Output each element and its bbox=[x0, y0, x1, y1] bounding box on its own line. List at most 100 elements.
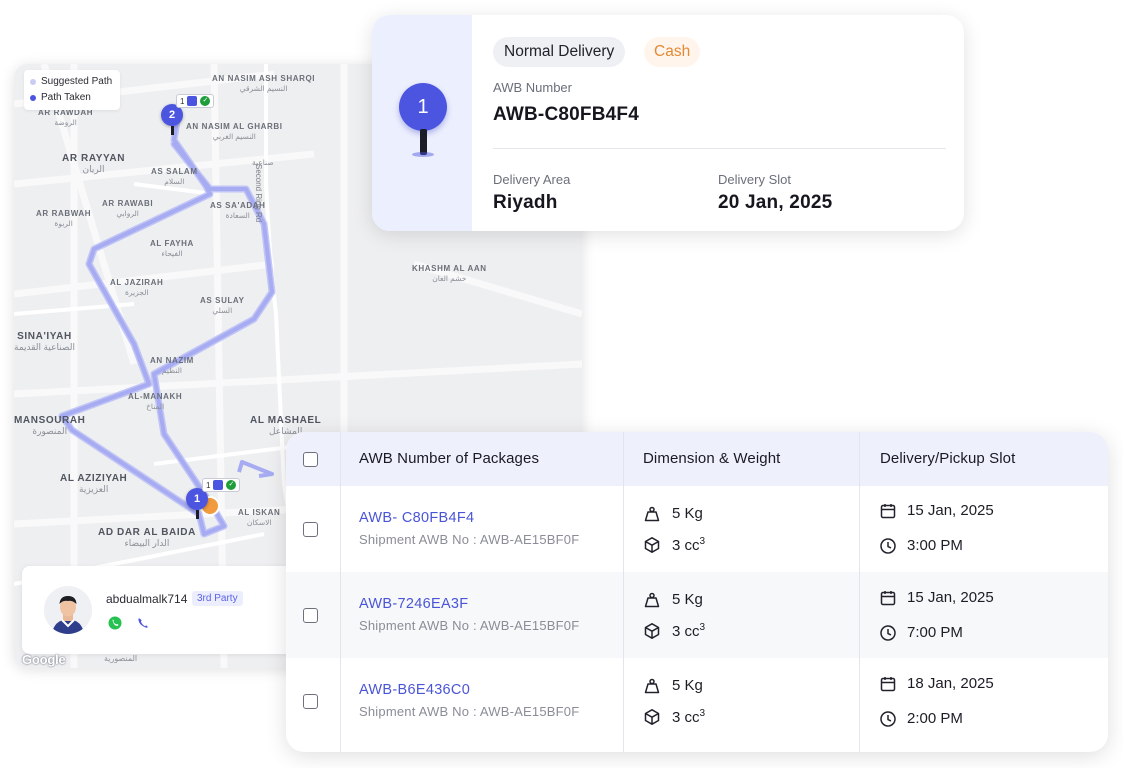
location-pin-icon: 1 bbox=[399, 83, 447, 157]
table-row[interactable] bbox=[286, 486, 1108, 572]
volume-value: 3 cc3 bbox=[672, 536, 706, 554]
path-taken-dot bbox=[30, 95, 36, 101]
column-header-awb[interactable]: AWB Number of Packages bbox=[359, 432, 539, 486]
weight-value: 5 Kg bbox=[672, 505, 703, 522]
delivery-area-label: Delivery Area bbox=[493, 172, 571, 187]
area-label: AN NASIM AL GHARBI النسيم الغربي bbox=[186, 122, 283, 141]
area-label: AR RAYYAN الريان bbox=[62, 153, 126, 175]
slot-time: 2:00 PM bbox=[907, 710, 963, 727]
map-pin-2[interactable]: 2 bbox=[161, 104, 183, 135]
shipment-awb: Shipment AWB No : AWB-AE15BF0F bbox=[359, 618, 580, 633]
suggested-path-dot bbox=[30, 79, 36, 85]
pin-stick bbox=[195, 510, 199, 519]
slot-time: 7:00 PM bbox=[907, 624, 963, 641]
awb-link[interactable]: AWB- C80FB4F4 bbox=[359, 510, 474, 526]
table-row[interactable] bbox=[286, 658, 1108, 744]
awb-link[interactable]: AWB-7246EA3F bbox=[359, 596, 468, 612]
divider bbox=[493, 148, 946, 149]
area-label: AD DAR AL BAIDA الدار البيضاء bbox=[98, 527, 196, 549]
whatsapp-icon[interactable] bbox=[108, 616, 122, 630]
awb-number: AWB-C80FB4F4 bbox=[493, 104, 639, 125]
pin-base bbox=[412, 152, 434, 157]
clock-icon bbox=[880, 538, 896, 554]
package-icon bbox=[187, 96, 198, 106]
avatar bbox=[44, 586, 92, 634]
cube-icon bbox=[644, 623, 660, 639]
area-label: AS SALAM السلام bbox=[151, 167, 198, 186]
calendar-icon bbox=[880, 504, 896, 519]
weight-icon bbox=[644, 506, 660, 522]
payment-method-chip: Cash bbox=[644, 37, 701, 67]
row-checkbox[interactable] bbox=[303, 694, 318, 709]
column-header-slot[interactable]: Delivery/Pickup Slot bbox=[880, 432, 1015, 486]
pin-status-tag[interactable]: 1 ✓ bbox=[202, 478, 241, 492]
area-label: AR RAWABI الروابي bbox=[102, 199, 154, 218]
package-icon bbox=[213, 480, 224, 490]
area-label: AN NAZIM النظيم bbox=[150, 356, 194, 375]
area-label: AL FAYHA الفيحاء bbox=[150, 239, 194, 258]
packages-table: AWB Number of Packages Dimension & Weigh… bbox=[286, 432, 1108, 752]
row-checkbox[interactable] bbox=[303, 522, 318, 537]
awb-link[interactable]: AWB-B6E436C0 bbox=[359, 682, 470, 698]
legend-path-taken: Path Taken bbox=[30, 90, 112, 106]
delivery-slot-label: Delivery Slot bbox=[718, 172, 791, 187]
area-label: AR RABWAH الربوة bbox=[36, 209, 92, 228]
table-row[interactable] bbox=[286, 572, 1108, 658]
cube-icon bbox=[644, 537, 660, 553]
area-label: AS SULAY السلي bbox=[200, 296, 245, 315]
weight-value: 5 Kg bbox=[672, 677, 703, 694]
google-logo: Google bbox=[22, 652, 66, 667]
area-label: AL JAZIRAH الجزيرة bbox=[110, 278, 164, 297]
shipment-awb: Shipment AWB No : AWB-AE15BF0F bbox=[359, 704, 580, 719]
area-label: AL ISKAN الاسكان bbox=[238, 508, 281, 527]
slot-date: 15 Jan, 2025 bbox=[907, 589, 994, 606]
weight-icon bbox=[644, 678, 660, 694]
column-divider bbox=[340, 432, 341, 752]
select-all-checkbox[interactable] bbox=[303, 452, 318, 467]
column-divider bbox=[623, 432, 624, 752]
road-label: Second Ring Rd bbox=[254, 164, 263, 223]
pin-stick bbox=[170, 126, 174, 135]
area-label: AR RAWDAH الروضة bbox=[38, 108, 94, 127]
area-label: KHASHM AL AAN خشم العان bbox=[412, 264, 487, 283]
cube-icon bbox=[644, 709, 660, 725]
area-label: AL AZIZIYAH العزيزية bbox=[60, 473, 128, 495]
map-pin-1[interactable]: 1 bbox=[186, 488, 208, 519]
driver-name: abdualmalk714 bbox=[106, 592, 188, 606]
legend-suggested-path: Suggested Path bbox=[30, 74, 112, 90]
clock-icon bbox=[880, 711, 896, 727]
delivery-type-chip: Normal Delivery bbox=[493, 37, 626, 67]
row-checkbox[interactable] bbox=[303, 608, 318, 623]
pin-panel: 1 bbox=[372, 15, 472, 231]
volume-value: 3 cc3 bbox=[672, 708, 706, 726]
area-label: AL-MANAKH المناخ bbox=[128, 392, 183, 411]
delivery-info-card: 1 Normal Delivery Cash AWB Number AWB-C8… bbox=[372, 15, 964, 231]
slot-time: 3:00 PM bbox=[907, 537, 963, 554]
check-icon: ✓ bbox=[226, 480, 237, 490]
clock-icon bbox=[880, 625, 896, 641]
volume-value: 3 cc3 bbox=[672, 622, 706, 640]
driver-card[interactable]: abdualmalk714 3rd Party bbox=[22, 566, 304, 654]
slot-date: 18 Jan, 2025 bbox=[907, 675, 994, 692]
map-legend: Suggested Path Path Taken bbox=[24, 70, 121, 110]
weight-value: 5 Kg bbox=[672, 591, 703, 608]
phone-icon[interactable] bbox=[136, 616, 150, 630]
calendar-icon bbox=[880, 591, 896, 606]
delivery-slot-value: 20 Jan, 2025 bbox=[718, 192, 833, 213]
delivery-area-value: Riyadh bbox=[493, 192, 558, 213]
area-label: AN NASIM ASH SHARQI النسيم الشرقي bbox=[212, 74, 316, 93]
driver-type-badge: 3rd Party bbox=[192, 591, 243, 606]
column-divider bbox=[859, 432, 860, 752]
weight-icon bbox=[644, 592, 660, 608]
awb-label: AWB Number bbox=[493, 80, 572, 95]
pin-number: 1 bbox=[399, 83, 447, 131]
pin-status-tag[interactable]: 1 ✓ bbox=[176, 94, 215, 108]
slot-date: 15 Jan, 2025 bbox=[907, 502, 994, 519]
check-icon: ✓ bbox=[200, 96, 211, 106]
column-header-dimension[interactable]: Dimension & Weight bbox=[643, 432, 780, 486]
shipment-awb: Shipment AWB No : AWB-AE15BF0F bbox=[359, 532, 580, 547]
calendar-icon bbox=[880, 677, 896, 692]
area-label: SINA'IYAH الصناعية القديمة bbox=[14, 331, 75, 353]
area-label: MANSOURAH المنصورة bbox=[14, 415, 86, 437]
area-label: المنصورية bbox=[104, 654, 138, 663]
